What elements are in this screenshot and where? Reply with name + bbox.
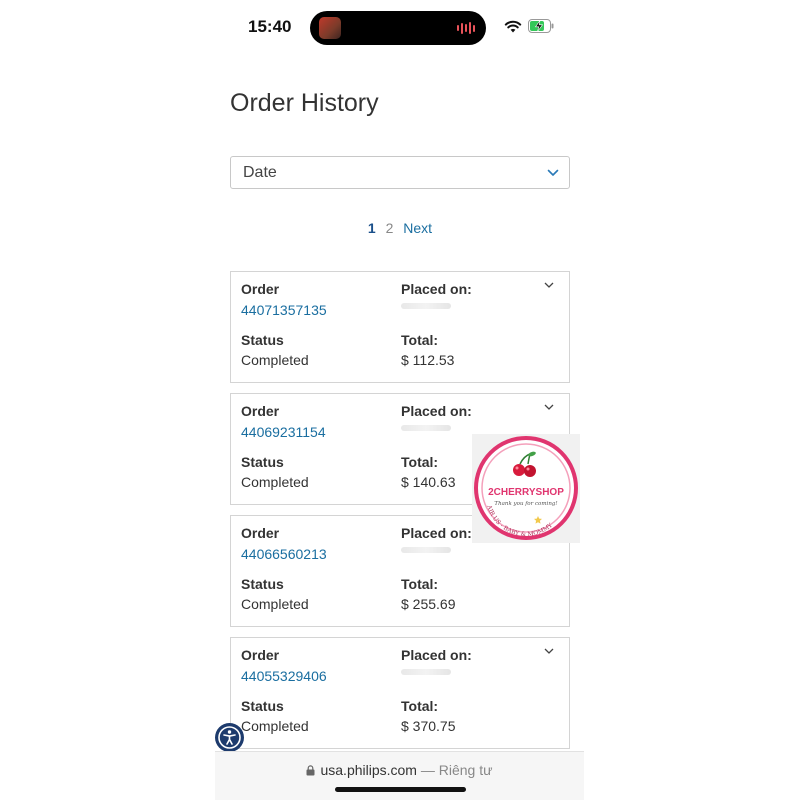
- lock-icon: [306, 765, 315, 776]
- order-card[interactable]: Order 44071357135 Status Completed Place…: [230, 271, 570, 383]
- sort-selected-value: Date: [243, 164, 277, 181]
- placed-on-label: Placed on:: [401, 403, 472, 419]
- placed-on-label: Placed on:: [401, 647, 472, 663]
- sort-select[interactable]: Date: [230, 156, 570, 189]
- redacted-date: [401, 669, 451, 675]
- page-link-1[interactable]: 1: [368, 220, 376, 236]
- order-number-link[interactable]: 44055329406: [241, 668, 327, 684]
- next-page-link[interactable]: Next: [403, 220, 432, 236]
- order-label: Order: [241, 281, 280, 297]
- order-label: Order: [241, 525, 280, 541]
- private-mode-label: — Riêng tư: [420, 762, 493, 778]
- order-status: Completed: [241, 596, 309, 612]
- url-display[interactable]: usa.philips.com — Riêng tư: [215, 762, 584, 778]
- redacted-date: [401, 547, 451, 553]
- status-bar: 15:40: [230, 10, 570, 46]
- sticker-tagline: Thank you for coming!: [494, 501, 557, 507]
- redacted-date: [401, 425, 451, 431]
- page-link-2[interactable]: 2: [386, 220, 394, 236]
- order-status: Completed: [241, 474, 309, 490]
- total-label: Total:: [401, 454, 439, 470]
- battery-charging-icon: [528, 19, 554, 33]
- expand-chevron-icon[interactable]: [543, 280, 555, 290]
- expand-chevron-icon[interactable]: [543, 646, 555, 656]
- order-total: $ 370.75: [401, 718, 456, 734]
- audio-wave-icon: [457, 22, 479, 34]
- now-playing-avatar: [319, 17, 341, 39]
- page-title: Order History: [230, 89, 379, 117]
- expand-chevron-icon[interactable]: [543, 402, 555, 412]
- shop-logo-sticker: 2CHERRYSHOP Thank you for coming! AIR US…: [472, 434, 580, 543]
- status-time: 15:40: [248, 17, 292, 36]
- order-number-link[interactable]: 44069231154: [241, 424, 326, 440]
- chevron-down-icon: [547, 169, 559, 176]
- home-indicator[interactable]: [335, 787, 466, 792]
- total-label: Total:: [401, 332, 439, 348]
- status-label: Status: [241, 332, 284, 348]
- order-number-link[interactable]: 44071357135: [241, 302, 327, 318]
- sticker-brand: 2CHERRYSHOP: [488, 487, 564, 498]
- order-label: Order: [241, 403, 280, 419]
- placed-on-label: Placed on:: [401, 525, 472, 541]
- total-label: Total:: [401, 698, 439, 714]
- url-domain: usa.philips.com: [320, 762, 417, 778]
- order-status: Completed: [241, 352, 309, 368]
- browser-url-bar[interactable]: usa.philips.com — Riêng tư: [215, 751, 584, 800]
- order-label: Order: [241, 647, 280, 663]
- accessibility-button[interactable]: [215, 723, 244, 752]
- status-label: Status: [241, 698, 284, 714]
- order-total: $ 112.53: [401, 352, 455, 368]
- accessibility-icon: [218, 726, 241, 749]
- status-label: Status: [241, 454, 284, 470]
- order-number-link[interactable]: 44066560213: [241, 546, 327, 562]
- wifi-icon: [504, 20, 522, 33]
- pagination: 1 2 Next: [230, 220, 570, 236]
- status-label: Status: [241, 576, 284, 592]
- order-total: $ 140.63: [401, 474, 456, 490]
- order-status: Completed: [241, 718, 309, 734]
- dynamic-island[interactable]: [310, 11, 486, 45]
- order-total: $ 255.69: [401, 596, 456, 612]
- redacted-date: [401, 303, 451, 309]
- cherry-logo: 2CHERRYSHOP Thank you for coming! AIR US…: [474, 436, 578, 540]
- placed-on-label: Placed on:: [401, 281, 472, 297]
- order-card[interactable]: Order 44055329406 Status Completed Place…: [230, 637, 570, 749]
- total-label: Total:: [401, 576, 439, 592]
